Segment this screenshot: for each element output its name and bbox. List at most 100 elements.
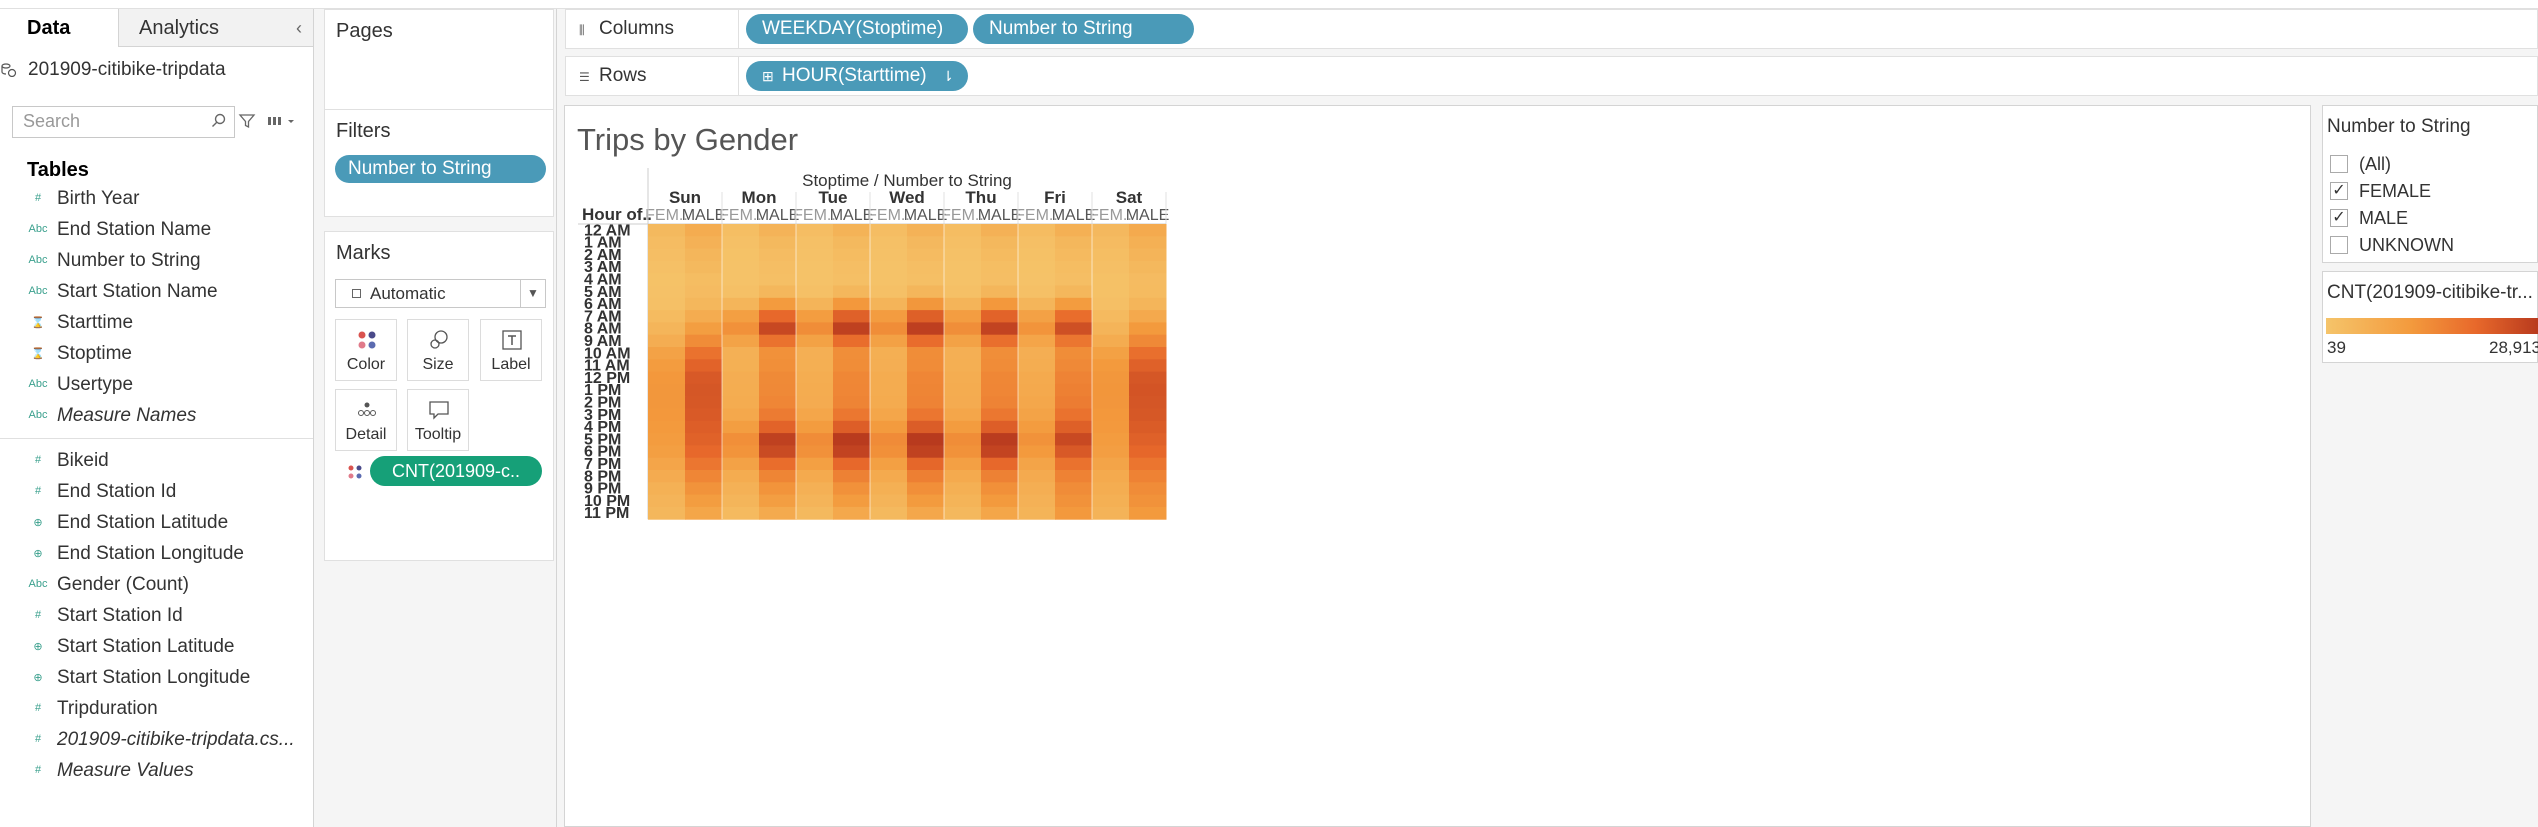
field-item[interactable]: # Birth Year <box>0 185 313 216</box>
heatmap-cell <box>759 470 797 483</box>
heatmap-cell <box>1129 334 1167 348</box>
heatmap-cell <box>833 445 871 459</box>
field-item[interactable]: ⊕ End Station Latitude <box>0 509 313 540</box>
heatmap-cell <box>1055 359 1093 373</box>
color-legend-max: 28,913 <box>2489 338 2538 357</box>
field-item[interactable]: # Start Station Id <box>0 602 313 633</box>
heatmap-cell <box>796 482 834 496</box>
heatmap-cell <box>981 470 1019 483</box>
mark-type-dropdown[interactable]: Automatic ▼ <box>335 279 546 308</box>
field-item[interactable]: ⊕ End Station Longitude <box>0 540 313 571</box>
field-item[interactable]: ⊕ Start Station Latitude <box>0 633 313 664</box>
search-icon[interactable] <box>210 112 228 130</box>
columns-shelf[interactable]: ⫼ Columns WEEKDAY(Stoptime) Number to Str… <box>565 9 2538 49</box>
heatmap-cell <box>944 396 982 409</box>
heatmap-cell <box>759 285 797 299</box>
heatmap-cell <box>1092 371 1130 385</box>
heatmap-cell <box>759 310 797 323</box>
field-item[interactable]: ⌛ Stoptime <box>0 340 313 371</box>
heatmap-cell <box>870 224 908 237</box>
pill-weekday-stoptime[interactable]: WEEKDAY(Stoptime) <box>746 14 968 44</box>
checkbox[interactable] <box>2330 236 2348 254</box>
heatmap-cell <box>907 273 945 286</box>
detail-button[interactable]: Detail <box>335 389 397 451</box>
heatmap-cell <box>1129 371 1167 385</box>
checkbox[interactable] <box>2330 155 2348 173</box>
heatmap-cell <box>981 396 1019 409</box>
row-header-title: Hour of.. <box>582 205 652 224</box>
heatmap-chart[interactable]: Stoptime / Number to StringHour of..SunF… <box>578 168 1498 713</box>
view-options-icon[interactable] <box>266 112 298 130</box>
heatmap-cell <box>648 470 686 483</box>
heatmap-cell <box>1092 322 1130 336</box>
heatmap-cell <box>1055 285 1093 299</box>
size-button[interactable]: Size <box>407 319 469 381</box>
field-item[interactable]: # Tripduration <box>0 695 313 726</box>
heatmap-cell <box>722 359 760 373</box>
heatmap-cell <box>796 248 834 262</box>
heatmap-cell <box>1018 445 1056 459</box>
search-input[interactable] <box>13 107 208 135</box>
heatmap-cell <box>1055 408 1093 422</box>
heatmap-cell <box>1129 433 1167 446</box>
color-legend-title: CNT(201909-citibike-tr... <box>2327 282 2533 303</box>
heatmap-cell <box>722 408 760 422</box>
heatmap-cell <box>796 224 834 237</box>
checkbox[interactable]: ✓ <box>2330 209 2348 227</box>
cnt-measure-pill[interactable]: CNT(201909-c.. <box>370 456 542 486</box>
field-item[interactable]: Abc Gender (Count) <box>0 571 313 602</box>
heatmap-cell <box>722 273 760 286</box>
field-label: Birth Year <box>57 188 140 209</box>
field-item[interactable]: ⊕ Start Station Longitude <box>0 664 313 695</box>
heatmap-cell <box>759 236 797 250</box>
field-item[interactable]: #201909-citibike-tripdata.cs... <box>0 726 313 757</box>
heatmap-cell <box>796 359 834 373</box>
heatmap-cell <box>907 433 945 446</box>
checkbox[interactable]: ✓ <box>2330 182 2348 200</box>
heatmap-cell <box>722 260 760 274</box>
tooltip-button[interactable]: Tooltip <box>407 389 469 451</box>
heatmap-cell <box>944 236 982 250</box>
expand-plus-icon[interactable]: ⊞ <box>762 61 774 91</box>
field-item[interactable]: # Bikeid <box>0 447 313 478</box>
pill-hour-starttime[interactable]: ⊞ HOUR(Starttime) ⇂ <box>746 61 968 91</box>
heatmap-cell <box>1018 383 1056 397</box>
filter-icon[interactable] <box>238 112 256 130</box>
color-label: Color <box>346 356 386 373</box>
tab-analytics[interactable]: Analytics ‹ <box>118 9 313 47</box>
heatmap-cell <box>944 383 982 397</box>
field-item[interactable]: Abc Start Station Name <box>0 278 313 309</box>
color-legend-card: CNT(201909-citibike-tr... 39 28,913 <box>2322 271 2538 363</box>
filters-card[interactable]: Filters Number to String <box>324 109 554 217</box>
heatmap-cell <box>981 285 1019 299</box>
heatmap-cell <box>796 470 834 483</box>
tab-data[interactable]: Data <box>0 9 118 47</box>
heatmap-cell <box>981 494 1019 508</box>
field-item[interactable]: # End Station Id <box>0 478 313 509</box>
collapse-left-icon[interactable]: ‹ <box>291 9 307 47</box>
field-item[interactable]: Abc End Station Name <box>0 216 313 247</box>
search-box[interactable] <box>12 106 235 138</box>
pill-number-to-string[interactable]: Number to String <box>973 14 1194 44</box>
heatmap-cell <box>685 420 723 434</box>
field-item[interactable]: # Measure Values <box>0 757 313 788</box>
filter-item-label: (All) <box>2359 154 2391 174</box>
sort-icon[interactable]: ⇂ <box>942 61 954 91</box>
shelf-divider <box>738 10 739 48</box>
rows-shelf[interactable]: ☰ Rows ⊞ HOUR(Starttime) ⇂ <box>565 56 2538 96</box>
filter-pill-number-to-string[interactable]: Number to String <box>335 155 546 183</box>
number-type-icon: # <box>34 764 42 776</box>
heatmap-cell <box>1092 494 1130 508</box>
field-item[interactable]: ⌛ Starttime <box>0 309 313 340</box>
detail-label: Detail <box>345 426 387 443</box>
datasource-name[interactable]: 201909-citibike-tripdata <box>1 59 226 81</box>
field-item[interactable]: Abc Usertype <box>0 371 313 402</box>
field-item[interactable]: Abc Measure Names <box>0 402 313 433</box>
color-button[interactable]: Color <box>335 319 397 381</box>
heatmap-cell <box>907 248 945 262</box>
chevron-down-icon[interactable]: ▼ <box>520 280 545 307</box>
label-button[interactable]: Label <box>480 319 542 381</box>
heatmap-cell <box>1092 420 1130 434</box>
field-item[interactable]: Abc Number to String <box>0 247 313 278</box>
heatmap-cell <box>759 371 797 385</box>
